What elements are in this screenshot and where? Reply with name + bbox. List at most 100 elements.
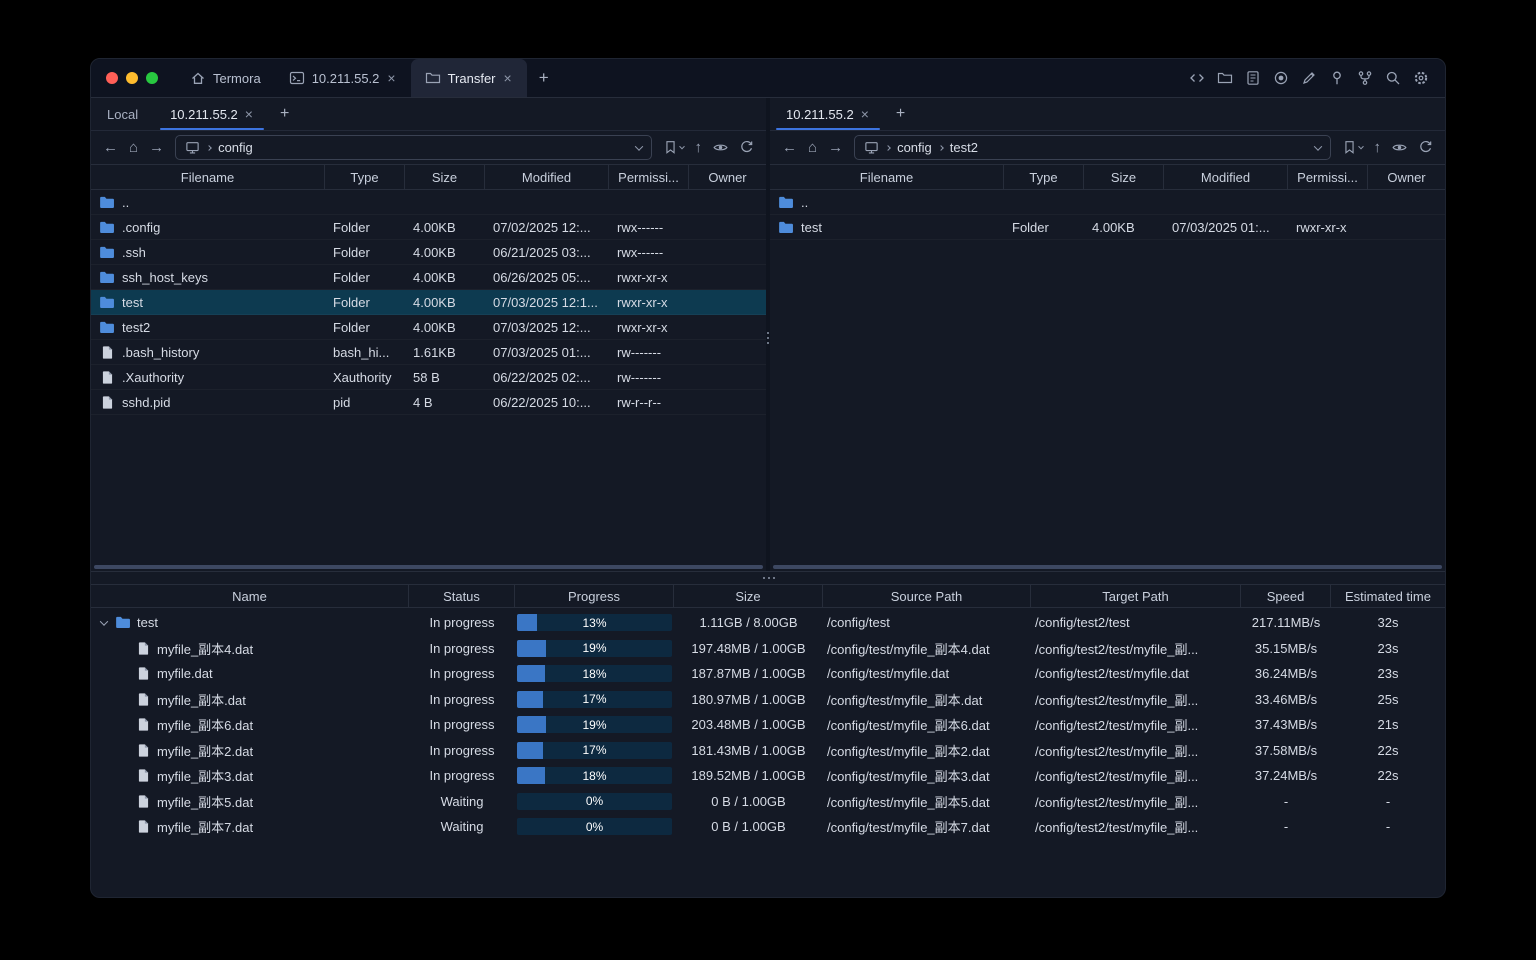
transfer-row[interactable]: myfile_副本4.dat In progress 19% 197.48MB … xyxy=(91,636,1445,662)
horizontal-scrollbar[interactable] xyxy=(94,565,763,569)
zoom-window-button[interactable] xyxy=(146,72,158,84)
tab-remote-session[interactable]: 10.211.55.2 × xyxy=(154,98,270,130)
file-type-icon xyxy=(778,196,794,209)
column-header[interactable]: Modified xyxy=(485,165,609,189)
splitter-handle-icon xyxy=(767,332,769,334)
table-row[interactable]: ssh_host_keys Folder 4.00KB 06/26/2025 0… xyxy=(91,265,766,290)
forward-icon[interactable]: → xyxy=(828,140,843,155)
table-row[interactable]: .config Folder 4.00KB 07/02/2025 12:... … xyxy=(91,215,766,240)
column-header[interactable]: Speed xyxy=(1241,585,1331,607)
log-icon[interactable] xyxy=(1245,70,1261,86)
breadcrumb-segment[interactable]: config xyxy=(218,140,253,155)
column-header[interactable]: Target Path xyxy=(1031,585,1241,607)
table-row[interactable]: .bash_history bash_hi... 1.61KB 07/03/20… xyxy=(91,340,766,365)
close-tab-icon[interactable]: × xyxy=(386,71,396,85)
close-tab-icon[interactable]: × xyxy=(503,71,513,85)
progress-percent: 17% xyxy=(582,743,607,758)
close-window-button[interactable] xyxy=(106,72,118,84)
estimated-time: 23s xyxy=(1377,666,1399,682)
back-icon[interactable]: ← xyxy=(103,140,118,155)
record-icon[interactable] xyxy=(1273,70,1289,86)
chevron-down-icon[interactable] xyxy=(1313,141,1322,151)
horizontal-scrollbar[interactable] xyxy=(773,565,1442,569)
column-header[interactable]: Estimated time xyxy=(1331,585,1445,607)
column-header[interactable]: Filename xyxy=(91,165,325,189)
back-icon[interactable]: ← xyxy=(782,140,797,155)
column-header[interactable]: Modified xyxy=(1164,165,1288,189)
tab-termora[interactable]: Termora xyxy=(176,59,275,97)
tab-host-10-211-55-2[interactable]: 10.211.55.2 × xyxy=(275,59,411,97)
tab-label: 10.211.55.2 xyxy=(311,70,380,86)
new-pane-tab-button[interactable]: + xyxy=(270,98,299,130)
window-tabs: Termora 10.211.55.2 × Transfer × + xyxy=(176,59,561,97)
table-row[interactable]: test2 Folder 4.00KB 07/03/2025 12:... rw… xyxy=(91,315,766,340)
column-header[interactable]: Permissi... xyxy=(1288,165,1368,189)
tab-transfer[interactable]: Transfer × xyxy=(410,59,527,97)
keyword-highlight-icon[interactable] xyxy=(1329,70,1345,86)
file-type-icon xyxy=(778,221,794,234)
transfer-row[interactable]: test In progress 13% 1.11GB / 8.00GB /co… xyxy=(91,610,1445,636)
column-header[interactable]: Size xyxy=(405,165,485,189)
table-row[interactable]: test Folder 4.00KB 07/03/2025 01:... rwx… xyxy=(770,215,1445,240)
close-tab-icon[interactable]: × xyxy=(244,107,254,121)
transfer-row[interactable]: myfile_副本2.dat In progress 17% 181.43MB … xyxy=(91,738,1445,764)
panel-splitter[interactable] xyxy=(91,572,1445,584)
search-icon[interactable] xyxy=(1385,70,1401,86)
branch-icon[interactable] xyxy=(1357,70,1373,86)
column-header[interactable]: Size xyxy=(674,585,823,607)
forward-icon[interactable]: → xyxy=(149,140,164,155)
home-icon[interactable]: ⌂ xyxy=(808,140,817,155)
path-bar[interactable]: config xyxy=(175,135,652,160)
column-header[interactable]: Type xyxy=(325,165,405,189)
path-bar[interactable]: config test2 xyxy=(854,135,1331,160)
table-row[interactable]: .. xyxy=(770,190,1445,215)
column-header[interactable]: Name xyxy=(91,585,409,607)
upload-icon[interactable]: ↑ xyxy=(695,140,703,155)
table-row[interactable]: .. xyxy=(91,190,766,215)
chevron-down-icon[interactable] xyxy=(634,141,643,151)
breadcrumb-segment[interactable]: config xyxy=(897,140,932,155)
bookmark-dropdown[interactable] xyxy=(663,140,685,155)
column-header[interactable]: Owner xyxy=(689,165,766,189)
column-header[interactable]: Filename xyxy=(770,165,1004,189)
sftp-folder-icon[interactable] xyxy=(1217,70,1233,86)
new-tab-button[interactable]: + xyxy=(527,59,561,97)
table-row[interactable]: sshd.pid pid 4 B 06/22/2025 10:... rw-r-… xyxy=(91,390,766,415)
bookmark-dropdown[interactable] xyxy=(1342,140,1364,155)
home-icon[interactable]: ⌂ xyxy=(129,140,138,155)
code-snippets-icon[interactable] xyxy=(1189,70,1205,86)
transfer-row[interactable]: myfile_副本5.dat Waiting 0% 0 B / 1.00GB /… xyxy=(91,789,1445,815)
collapse-chevron-icon[interactable] xyxy=(99,617,109,626)
refresh-icon[interactable] xyxy=(1418,140,1433,155)
tab-label: 10.211.55.2 xyxy=(786,106,854,122)
column-header[interactable]: Size xyxy=(1084,165,1164,189)
tab-remote-session[interactable]: 10.211.55.2 × xyxy=(770,98,886,130)
transfer-row[interactable]: myfile_副本3.dat In progress 18% 189.52MB … xyxy=(91,763,1445,789)
refresh-icon[interactable] xyxy=(739,140,754,155)
settings-gear-icon[interactable] xyxy=(1413,70,1429,86)
transfer-row[interactable]: myfile_副本.dat In progress 17% 180.97MB /… xyxy=(91,687,1445,713)
table-row[interactable]: .Xauthority Xauthority 58 B 06/22/2025 0… xyxy=(91,365,766,390)
column-header[interactable]: Owner xyxy=(1368,165,1445,189)
upload-icon[interactable]: ↑ xyxy=(1374,140,1382,155)
transfer-row[interactable]: myfile_副本7.dat Waiting 0% 0 B / 1.00GB /… xyxy=(91,814,1445,840)
transfer-row[interactable]: myfile.dat In progress 18% 187.87MB / 1.… xyxy=(91,661,1445,687)
minimize-window-button[interactable] xyxy=(126,72,138,84)
column-header[interactable]: Type xyxy=(1004,165,1084,189)
edit-icon[interactable] xyxy=(1301,70,1317,86)
column-header[interactable]: Progress xyxy=(515,585,674,607)
breadcrumb-segment[interactable]: test2 xyxy=(950,140,978,155)
new-pane-tab-button[interactable]: + xyxy=(886,98,915,130)
target-path: /config/test2/test/myfile_副... xyxy=(1035,794,1199,810)
close-tab-icon[interactable]: × xyxy=(860,107,870,121)
transfer-status: In progress xyxy=(429,640,495,656)
column-header[interactable]: Source Path xyxy=(823,585,1031,607)
column-header[interactable]: Status xyxy=(409,585,515,607)
transfer-row[interactable]: myfile_副本6.dat In progress 19% 203.48MB … xyxy=(91,712,1445,738)
show-hidden-eye-icon[interactable] xyxy=(1392,140,1407,155)
table-row[interactable]: test Folder 4.00KB 07/03/2025 12:1... rw… xyxy=(91,290,766,315)
column-header[interactable]: Permissi... xyxy=(609,165,689,189)
table-row[interactable]: .ssh Folder 4.00KB 06/21/2025 03:... rwx… xyxy=(91,240,766,265)
show-hidden-eye-icon[interactable] xyxy=(713,140,728,155)
tab-local[interactable]: Local xyxy=(91,98,154,130)
